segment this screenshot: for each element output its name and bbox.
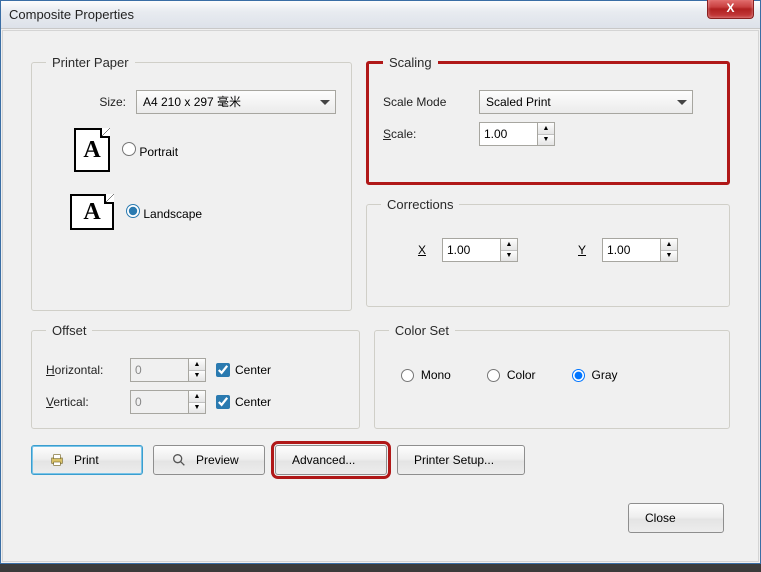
scale-mode-label: Scale Mode [383,95,479,109]
correction-x-spinner[interactable]: ▲▼ [442,238,518,262]
vertical-spinner[interactable]: ▲▼ [130,390,206,414]
colorset-group: Color Set Mono Color Gray [374,323,730,429]
titlebar: Composite Properties X [1,1,760,29]
print-button[interactable]: Print [31,445,143,475]
close-button[interactable]: X [707,0,754,19]
correction-x-input[interactable] [442,238,500,262]
spin-up-icon[interactable]: ▲ [661,239,677,251]
h-center-checkbox[interactable] [216,363,230,377]
horizontal-input [130,358,188,382]
scale-mode-select[interactable]: Scaled Print [479,90,693,114]
size-label: Size: [46,95,136,109]
dialog-window: Composite Properties X Printer Paper Siz… [0,0,761,564]
vertical-label: Vertical: [46,395,130,409]
horizontal-label: Horizontal: [46,363,130,377]
landscape-radio-label[interactable]: Landscape [126,204,202,221]
gray-radio-label[interactable]: Gray [572,368,618,382]
mono-radio[interactable] [401,369,414,382]
corrections-legend: Corrections [381,197,459,212]
offset-legend: Offset [46,323,92,338]
spin-down-icon[interactable]: ▼ [538,135,554,146]
color-radio[interactable] [487,369,500,382]
v-center-checkbox-label[interactable]: Center [216,395,271,409]
correction-x-label: X [418,243,426,257]
v-center-checkbox[interactable] [216,395,230,409]
spin-up-icon[interactable]: ▲ [501,239,517,251]
scaling-group: Scaling Scale Mode Scaled Print Scale: [366,55,730,185]
vertical-input [130,390,188,414]
correction-y-input[interactable] [602,238,660,262]
offset-group: Offset Horizontal: ▲▼ Center Vert [31,323,360,429]
mono-radio-label[interactable]: Mono [401,368,451,382]
scale-spinner[interactable]: ▲▼ [479,122,555,146]
correction-y-spinner[interactable]: ▲▼ [602,238,678,262]
spin-down-icon[interactable]: ▼ [189,403,205,414]
scaling-legend: Scaling [383,55,438,70]
close-icon: X [726,1,734,15]
printer-setup-button[interactable]: Printer Setup... [397,445,525,475]
landscape-icon: A [70,194,114,230]
action-buttons: Print Preview Advanced... Printer Setup.… [31,445,730,475]
portrait-icon: A [74,128,110,172]
portrait-radio-label[interactable]: Portrait [122,142,178,159]
portrait-radio[interactable] [122,142,136,156]
color-radio-label[interactable]: Color [487,368,536,382]
horizontal-spinner[interactable]: ▲▼ [130,358,206,382]
spin-up-icon[interactable]: ▲ [189,359,205,371]
spin-down-icon[interactable]: ▼ [501,251,517,262]
preview-button[interactable]: Preview [153,445,265,475]
advanced-button[interactable]: Advanced... [275,445,387,475]
colorset-legend: Color Set [389,323,455,338]
magnifier-icon [170,452,188,468]
window-title: Composite Properties [9,7,134,22]
corrections-group: Corrections X ▲▼ Y ▲▼ [366,197,730,307]
spin-down-icon[interactable]: ▼ [189,371,205,382]
paper-size-select[interactable]: A4 210 x 297 毫米 [136,90,336,114]
landscape-radio[interactable] [126,204,140,218]
printer-paper-group: Printer Paper Size: A4 210 x 297 毫米 A [31,55,352,311]
h-center-checkbox-label[interactable]: Center [216,363,271,377]
client-area: Printer Paper Size: A4 210 x 297 毫米 A [2,30,759,562]
printer-icon [48,452,66,468]
scale-input[interactable] [479,122,537,146]
scale-label: Scale: [383,127,479,141]
spin-up-icon[interactable]: ▲ [538,123,554,135]
printer-paper-legend: Printer Paper [46,55,135,70]
spin-down-icon[interactable]: ▼ [661,251,677,262]
close-dialog-button[interactable]: Close [628,503,724,533]
correction-y-label: Y [578,243,586,257]
footer: Close [31,503,730,533]
gray-radio[interactable] [572,369,585,382]
spin-up-icon[interactable]: ▲ [189,391,205,403]
